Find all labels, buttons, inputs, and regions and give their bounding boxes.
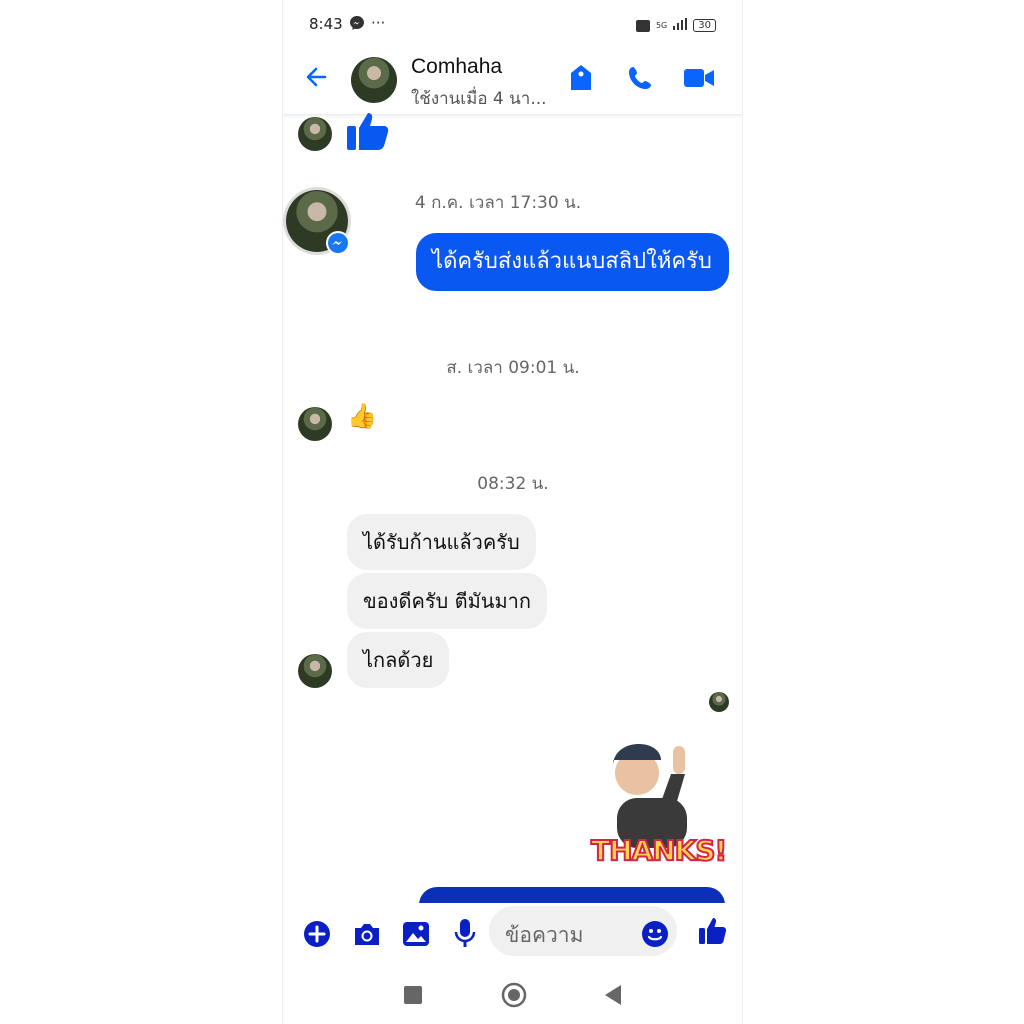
incoming-message-bubble[interactable]: ได้รับก้านแล้วครับ [347, 514, 536, 570]
timestamp: ส. เวลา 09:01 น. [446, 358, 580, 378]
messenger-notification-icon [349, 15, 365, 35]
timestamp: 08:32 น. [477, 474, 549, 494]
microphone-icon[interactable] [454, 918, 476, 952]
back-arrow-icon[interactable] [303, 64, 329, 94]
voice-call-icon[interactable] [626, 64, 654, 96]
message-input-placeholder: ข้อความ [505, 923, 584, 947]
volte-icon [635, 19, 650, 32]
thanks-sticker[interactable]: THANKS! [589, 738, 729, 878]
incoming-message-bubble[interactable]: ของดีครับ ตีมันมาก [347, 573, 547, 629]
read-receipt-avatar [709, 692, 729, 712]
network-label: 5G [655, 21, 668, 30]
tag-icon[interactable] [569, 64, 593, 96]
sender-avatar [298, 407, 332, 441]
timestamp: 4 ก.ค. เวลา 17:30 น. [414, 193, 582, 213]
battery-icon: 30 [693, 19, 716, 32]
signal-icon [673, 18, 688, 33]
add-icon[interactable] [303, 920, 331, 952]
thumbs-up-emoji[interactable]: 👍 [347, 402, 377, 430]
video-call-icon[interactable] [683, 66, 715, 94]
messenger-badge-icon [326, 231, 350, 255]
contact-name[interactable]: Comhaha [411, 55, 502, 79]
emoji-icon[interactable] [641, 920, 669, 952]
sender-avatar [298, 654, 332, 688]
status-indicators: 5G 30 [635, 18, 716, 33]
incoming-message-bubble[interactable]: ไกลด้วย [347, 632, 450, 688]
more-notifications-icon: ··· [371, 14, 386, 32]
sender-avatar [298, 117, 332, 151]
back-nav-icon[interactable] [603, 984, 623, 1010]
gallery-icon[interactable] [402, 921, 430, 951]
outgoing-message-bubble[interactable]: ได้ครับส่งแล้วแนบสลิปให้ครับ [416, 233, 729, 291]
messenger-screen: 8:43 ··· 5G 30 Comhaha ใช้งานเมื่อ 4 นา.… [282, 0, 743, 1024]
thumbs-up-reaction-icon [345, 110, 391, 156]
camera-icon[interactable] [352, 921, 382, 951]
like-button-icon[interactable] [698, 916, 727, 950]
home-nav-icon[interactable] [501, 982, 527, 1012]
active-status: ใช้งานเมื่อ 4 นา... [411, 89, 547, 109]
status-time: 8:43 [309, 15, 343, 33]
recents-nav-icon[interactable] [404, 986, 422, 1004]
contact-avatar[interactable] [351, 57, 397, 103]
sticker-caption: THANKS! [590, 833, 728, 868]
